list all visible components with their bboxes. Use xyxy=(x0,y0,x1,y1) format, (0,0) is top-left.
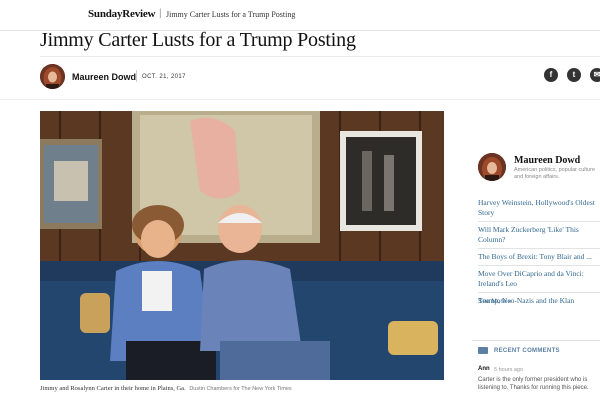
divider xyxy=(472,340,600,341)
aside-author-avatar[interactable] xyxy=(478,153,506,181)
section-logo[interactable]: SundayReview xyxy=(88,8,155,20)
see-more-link[interactable]: See More » xyxy=(478,298,512,305)
article-photo xyxy=(40,111,444,380)
byline-separator xyxy=(136,70,137,82)
comment-text: Carter is the only former president who … xyxy=(478,377,589,391)
photo-credit: Dustin Chambers for The New York Times xyxy=(189,386,292,392)
recent-comments-heading[interactable]: RECENT COMMENTS xyxy=(494,348,560,354)
article-photo-image xyxy=(40,111,444,380)
related-column-link[interactable]: The Boys of Brexit: Tony Blair and ... xyxy=(478,248,600,265)
aside-author-bio: American politics, popular culture and f… xyxy=(514,167,596,180)
byline-author[interactable]: Maureen Dowd xyxy=(72,72,136,82)
email-icon[interactable]: ✉ xyxy=(590,68,600,82)
twitter-icon[interactable]: t xyxy=(567,68,581,82)
related-column-link[interactable]: Will Mark Zuckerberg 'Like' This Column? xyxy=(478,221,600,248)
comment-author[interactable]: Ann xyxy=(478,366,490,372)
divider xyxy=(0,99,600,100)
aside-author-name[interactable]: Maureen Dowd xyxy=(514,155,580,166)
related-columns-list: Harvey Weinstein, Hollywood's Oldest Sto… xyxy=(478,195,600,309)
aside-author-avatar-image xyxy=(478,153,506,181)
author-avatar-image xyxy=(40,64,65,89)
comment-icon xyxy=(478,347,488,354)
divider xyxy=(40,56,600,57)
top-bar: SundayReview | Jimmy Carter Lusts for a … xyxy=(0,0,600,31)
author-avatar[interactable] xyxy=(40,64,65,89)
facebook-icon[interactable]: f xyxy=(544,68,558,82)
comment-timestamp: 5 hours ago xyxy=(494,367,524,373)
photo-caption: Jimmy and Rosalynn Carter in their home … xyxy=(40,385,292,392)
caption-text: Jimmy and Rosalynn Carter in their home … xyxy=(40,385,186,392)
related-column-link[interactable]: Harvey Weinstein, Hollywood's Oldest Sto… xyxy=(478,195,600,221)
page-title: Jimmy Carter Lusts for a Trump Posting xyxy=(40,29,356,51)
publish-date: OCT. 21, 2017 xyxy=(142,74,186,80)
breadcrumb-separator: | xyxy=(159,8,162,19)
breadcrumb-article-title: Jimmy Carter Lusts for a Trump Posting xyxy=(166,10,296,19)
related-column-link[interactable]: Move Over DiCaprio and da Vinci: Ireland… xyxy=(478,265,600,292)
